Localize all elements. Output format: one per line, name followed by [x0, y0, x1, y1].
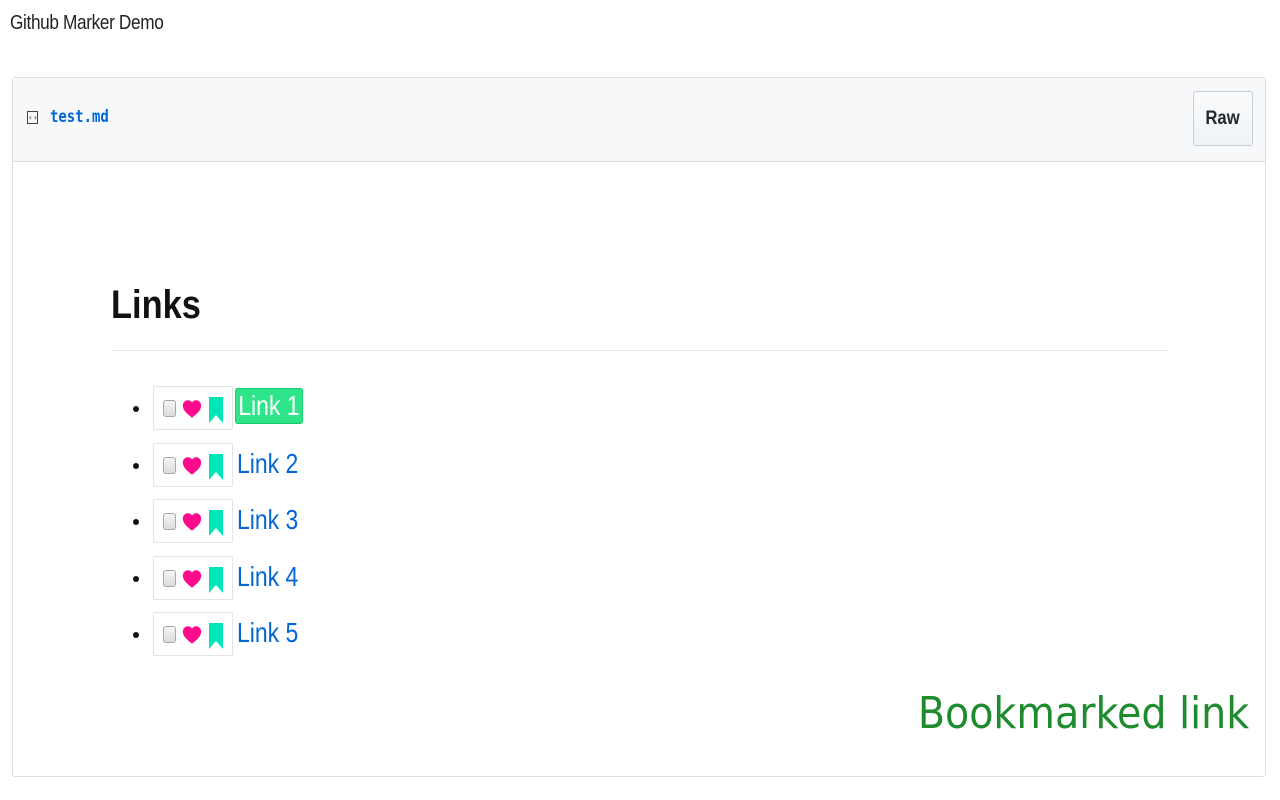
marker-toolbar: [153, 556, 233, 600]
bullet: [133, 463, 139, 469]
heart-icon[interactable]: [181, 511, 203, 533]
file-container: ‹› test.md Raw Links Link 1 Link 2 Link …: [12, 77, 1266, 777]
bookmark-icon[interactable]: [208, 510, 224, 536]
bookmark-icon[interactable]: [208, 397, 224, 423]
heart-icon[interactable]: [181, 568, 203, 590]
select-checkbox[interactable]: [163, 626, 176, 643]
list-item: Link 5: [13, 612, 613, 656]
file-name-link[interactable]: test.md: [50, 107, 109, 127]
link-2[interactable]: Link 2: [237, 447, 298, 481]
raw-button[interactable]: Raw: [1193, 91, 1253, 146]
bullet: [133, 519, 139, 525]
heart-icon[interactable]: [181, 455, 203, 477]
bookmarked-link-note: Bookmarked link: [917, 688, 1249, 739]
select-checkbox[interactable]: [163, 457, 176, 474]
select-checkbox[interactable]: [163, 570, 176, 587]
code-file-icon: ‹›: [27, 111, 38, 124]
link-4[interactable]: Link 4: [237, 560, 298, 594]
file-header: ‹› test.md Raw: [13, 78, 1265, 162]
link-5[interactable]: Link 5: [237, 616, 298, 650]
list-item: Link 4: [13, 556, 613, 600]
marker-toolbar: [153, 612, 233, 656]
marker-toolbar: [153, 386, 233, 430]
select-checkbox[interactable]: [163, 513, 176, 530]
bullet: [133, 576, 139, 582]
list-item: Link 2: [13, 443, 613, 487]
heart-icon[interactable]: [181, 398, 203, 420]
bullet: [133, 406, 139, 412]
heading-divider: [111, 350, 1167, 351]
heart-icon[interactable]: [181, 624, 203, 646]
marker-toolbar: [153, 443, 233, 487]
bookmark-icon[interactable]: [208, 454, 224, 480]
link-1[interactable]: Link 1: [235, 388, 303, 424]
bullet: [133, 632, 139, 638]
bookmark-icon[interactable]: [208, 623, 224, 649]
page-title: Github Marker Demo: [10, 12, 164, 34]
link-3[interactable]: Link 3: [237, 503, 298, 537]
bookmark-icon[interactable]: [208, 567, 224, 593]
links-heading: Links: [111, 283, 201, 327]
list-item: Link 3: [13, 499, 613, 543]
marker-toolbar: [153, 499, 233, 543]
list-item: Link 1: [13, 386, 613, 430]
raw-button-label: Raw: [1205, 107, 1241, 129]
select-checkbox[interactable]: [163, 400, 176, 417]
